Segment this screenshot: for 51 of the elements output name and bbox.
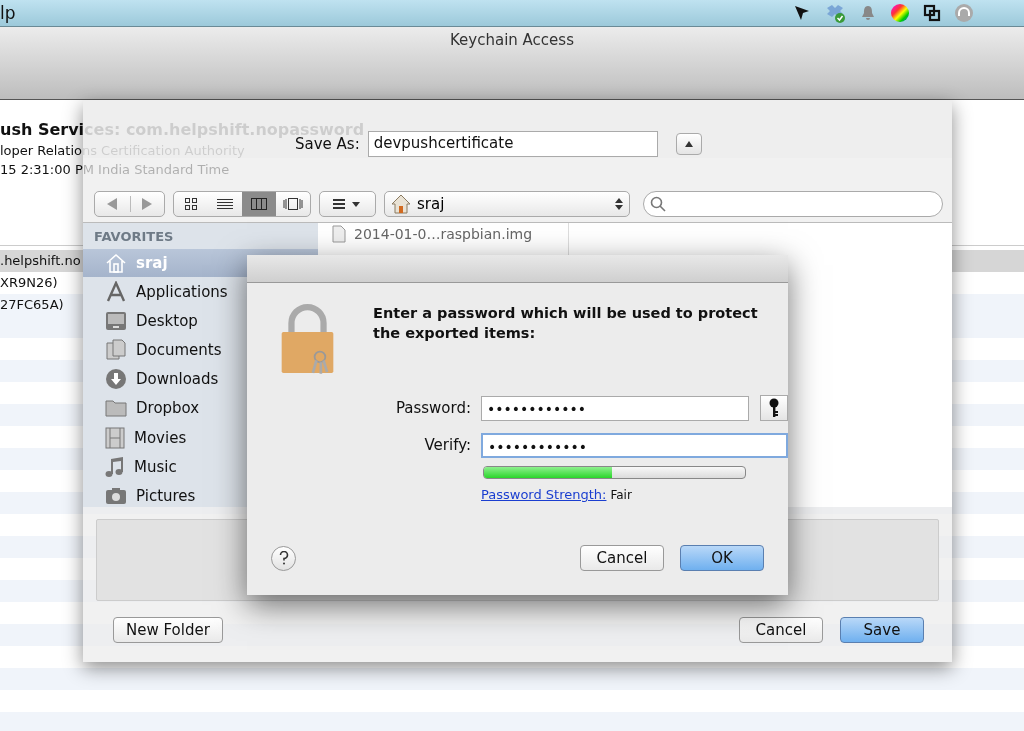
search-field[interactable] xyxy=(643,191,943,217)
up-down-arrows-icon xyxy=(615,198,623,210)
dialog-message: Enter a password which will be used to protect the exported items: xyxy=(373,304,759,343)
download-icon xyxy=(105,368,127,391)
collapse-button[interactable] xyxy=(675,133,702,155)
dialog-button[interactable]: OK xyxy=(680,545,764,571)
music-note-icon xyxy=(105,455,125,478)
document-icon xyxy=(332,225,346,243)
dialog-button[interactable]: Cancel xyxy=(739,617,823,643)
menu-item[interactable]: lp xyxy=(0,3,16,23)
color-wheel-icon[interactable] xyxy=(890,3,910,23)
sidebar-item[interactable]: Pictures xyxy=(83,481,318,507)
window-title: Keychain Access xyxy=(450,31,574,51)
arrange-button[interactable] xyxy=(319,191,376,217)
columns-icon xyxy=(251,198,267,210)
film-icon xyxy=(105,426,125,449)
camera-icon xyxy=(105,486,127,505)
triangle-up-icon xyxy=(683,140,694,148)
search-icon xyxy=(650,196,666,212)
sidebar-heading: FAVORITES xyxy=(93,229,175,246)
field-label: Verify: xyxy=(423,436,472,454)
folder-icon xyxy=(105,399,127,418)
password-strength-link[interactable]: Password Strength: xyxy=(481,487,607,502)
cover-flow-icon xyxy=(283,198,303,210)
certificate-expiry: 15 2:31:00 PM India Standard Time xyxy=(0,162,230,177)
field-label: Password: xyxy=(394,399,472,417)
view-mode-control[interactable] xyxy=(173,191,311,217)
filename-field[interactable]: devpushcertificate xyxy=(367,131,658,157)
windows-icon[interactable] xyxy=(923,4,941,22)
house-icon xyxy=(105,253,127,273)
house-icon xyxy=(391,194,411,214)
dialog-button[interactable]: New Folder xyxy=(113,617,223,643)
file-item[interactable]: 2014-01-0…raspbian.img xyxy=(318,225,568,243)
list-icon xyxy=(217,197,233,211)
password-field[interactable]: •••••••••••• xyxy=(481,395,749,421)
strength-rating: Fair xyxy=(610,488,632,502)
documents-icon xyxy=(105,338,127,361)
password-field[interactable]: •••••••••••• xyxy=(481,432,788,458)
key-icon xyxy=(769,398,779,418)
applications-icon xyxy=(105,280,127,303)
back-forward-control[interactable] xyxy=(94,191,165,217)
save-as-label: Save As: xyxy=(295,135,360,153)
question-mark-icon xyxy=(278,551,289,565)
dialog-button[interactable]: Save xyxy=(840,617,924,643)
grid-icon xyxy=(184,197,198,211)
cursor-icon[interactable] xyxy=(793,4,811,22)
location-popup[interactable]: sraj xyxy=(384,191,630,217)
password-assistant-button[interactable] xyxy=(760,395,788,421)
dialog-button[interactable]: Cancel xyxy=(580,545,664,571)
help-button[interactable] xyxy=(271,545,296,571)
desktop-icon xyxy=(105,310,127,331)
